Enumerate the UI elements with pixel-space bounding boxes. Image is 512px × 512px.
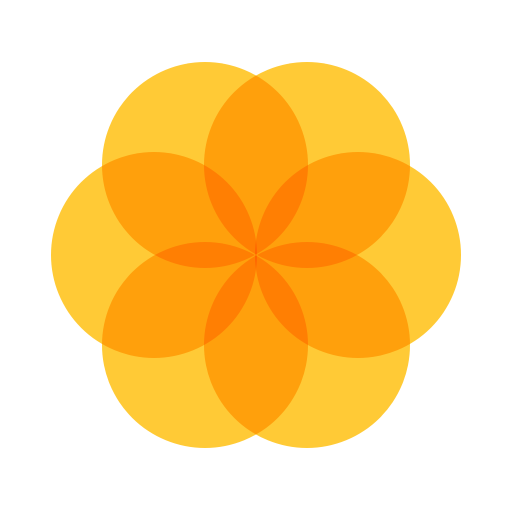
flower-of-life-icon bbox=[51, 62, 461, 448]
app-icon-canvas bbox=[0, 0, 512, 512]
petal-left bbox=[51, 152, 257, 358]
